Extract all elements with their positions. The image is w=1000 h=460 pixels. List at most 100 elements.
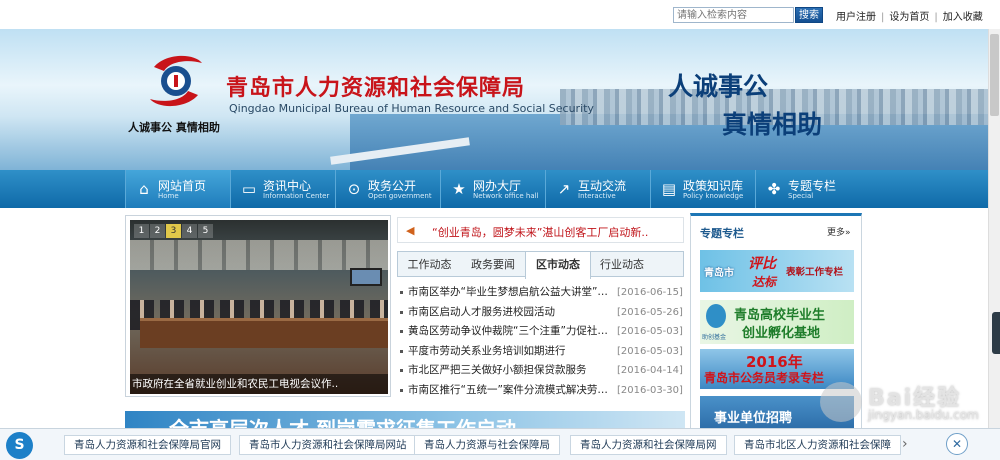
nav-item-information-center[interactable]: ▭ 资讯中心 Information Center [230,170,335,208]
promo-incubator-banner[interactable]: 助创基金 青岛高校毕业生 创业孵化基地 [700,300,854,344]
marquee-link[interactable]: “创业青岛，圆梦未来”湛山创客工厂启动新.. [432,224,648,240]
news-list: 市南区举办“毕业生梦想启航公益大讲堂”… [2016-06-15] 市南区启动人才… [397,283,687,400]
paw-icon [820,382,862,422]
news-date: [2016-04-14] [617,365,683,376]
star-icon: ★ [452,180,466,198]
news-title[interactable]: 市南区举办“毕业生梦想启航公益大讲堂”… [408,283,614,303]
list-item[interactable]: 黄岛区劳动争议仲裁院“三个注重”力促社… [2016-05-03] [397,322,687,342]
suggestion-chip[interactable]: 青岛人力资源和社会保障局网 [570,435,727,455]
nav-item-sublabel: Home [158,192,179,200]
site-title: 青岛市人力资源和社会保障局 [226,76,526,101]
slide-page-button[interactable]: 2 [150,224,165,238]
promo-text: 青岛市公务员考录专栏 [704,371,825,385]
photo-ceiling [130,240,388,270]
tab-government-news[interactable]: 政务要闻 [461,252,525,277]
sogou-logo-icon[interactable]: S [6,432,33,459]
header-banner: 青岛市人力资源和社会保障局 Qingdao Municipal Bureau o… [0,29,988,170]
nav-item-sublabel: Interactive [578,192,616,200]
bullet [400,310,403,314]
side-feedback-handle[interactable] [992,312,1000,354]
photo-screen [350,268,382,286]
news-date: [2016-05-03] [617,326,683,337]
list-item[interactable]: 市南区举办“毕业生梦想启航公益大讲堂”… [2016-06-15] [397,283,687,303]
slideshow-caption[interactable]: 市政府在全省就业创业和农民工电视会议作.. [130,374,388,394]
bullet [400,369,403,372]
special-column-title: 专题专栏 [700,227,744,240]
suggestion-chip[interactable]: 青岛人力资源与社会保障局 [414,435,560,455]
fund-logo-icon [706,304,726,328]
share-icon: ↗ [557,180,571,198]
nav-item-interactive[interactable]: ↗ 互动交流 Interactive [545,170,650,208]
suggestion-chip[interactable]: 青岛市北区人力资源和社会保障 [734,435,901,455]
news-slideshow[interactable]: 1 2 3 4 5 市政府在全省就业创业和农民工电视会议作.. [125,215,391,397]
news-marquee: ◀ “创业青岛，圆梦未来”湛山创客工厂启动新.. [397,217,684,243]
photo-table [140,318,388,348]
promo-text: 达标 [752,275,777,289]
separator: | [934,12,938,23]
news-date: [2016-06-15] [617,287,683,298]
nav-item-special[interactable]: ✤ 专题专栏 Special [755,170,860,208]
bullet [400,291,403,294]
close-icon[interactable]: ✕ [946,433,968,455]
vertical-scrollbar[interactable] [988,29,1000,429]
list-item[interactable]: 平度市劳动关系业务培训如期进行 [2016-05-03] [397,342,687,362]
nav-item-sublabel: Open government [368,192,432,200]
scrollbar-thumb[interactable] [990,34,999,116]
bullet [400,349,403,353]
bullet [400,388,403,392]
search-button[interactable]: 搜索 [795,7,823,23]
register-link[interactable]: 用户注册 [836,12,876,23]
nav-item-sublabel: Special [788,192,814,200]
news-date: [2016-05-03] [617,345,683,357]
top-links: 用户注册 | 设为首页 | 加入收藏 [836,8,983,23]
nav-item-open-government[interactable]: ⊙ 政务公开 Open government [335,170,440,208]
slide-page-button-active[interactable]: 3 [166,224,181,238]
nav-item-home[interactable]: ⌂ 网站首页 Home [125,170,230,208]
bullet [400,330,403,333]
news-title[interactable]: 市南区启动人才服务进校园活动 [408,303,614,323]
set-homepage-link[interactable]: 设为首页 [889,12,929,23]
slide-page-button[interactable]: 1 [134,224,149,238]
baidu-jingyan-watermark: Bai经验 jingyan.baidu.com [816,378,986,428]
slideshow-pager: 1 2 3 4 5 [134,224,213,238]
suggestion-chip[interactable]: 青岛市人力资源和社会保障局网站 [239,435,417,455]
slideshow-photo[interactable] [130,220,388,394]
top-utility-bar: 搜索 用户注册 | 设为首页 | 加入收藏 [0,0,1000,29]
news-title[interactable]: 市南区推行“五统一”案件分流模式解决劳… [408,381,614,401]
promo-text: 创业孵化基地 [742,326,821,341]
puzzle-icon: ✤ [767,180,781,198]
news-date: [2016-03-30] [617,384,683,396]
site-subtitle: Qingdao Municipal Bureau of Human Resour… [229,102,594,115]
nav-item-network-office-hall[interactable]: ★ 网办大厅 Network office hall [440,170,545,208]
more-link[interactable]: 更多» [827,225,851,238]
promo-appraisal-banner[interactable]: 青岛市 评比 表彰工作专栏 达标 [700,250,854,292]
tab-work-news[interactable]: 工作动态 [398,252,461,277]
news-title[interactable]: 平度市劳动关系业务培训如期进行 [408,342,614,362]
promo-text: 助创基金 [702,334,727,341]
search-input[interactable] [673,7,794,23]
suggestion-chip[interactable]: 青岛人力资源和社会保障局官网 [64,435,231,455]
promo-text: 评比 [748,256,776,272]
nav-item-sublabel: Network office hall [473,192,539,200]
slogan-small: 人诚事公 真情相助 [128,121,220,134]
promo-text: 表彰工作专栏 [786,267,844,278]
news-title[interactable]: 黄岛区劳动争议仲裁院“三个注重”力促社… [408,322,614,342]
main-nav: ⌂ 网站首页 Home ▭ 资讯中心 Information Center ⊙ … [0,170,988,208]
nav-item-policy-knowledge[interactable]: ▤ 政策知识库 Policy knowledge [650,170,755,208]
slide-page-button[interactable]: 5 [198,224,213,238]
tab-industry-news[interactable]: 行业动态 [591,252,653,277]
list-item[interactable]: 市南区启动人才服务进校园活动 [2016-05-26] [397,303,687,323]
nav-item-sublabel: Policy knowledge [683,192,744,200]
watermark-url: jingyan.baidu.com [868,408,979,422]
tab-district-news[interactable]: 区市动态 [525,252,591,279]
chevron-right-icon[interactable]: › [902,436,908,452]
nav-item-sublabel: Information Center [263,192,330,200]
news-title[interactable]: 市北区严把三关做好小额担保贷款服务 [408,361,614,381]
list-item[interactable]: 市南区推行“五统一”案件分流模式解决劳… [2016-03-30] [397,381,687,401]
add-favorite-link[interactable]: 加入收藏 [943,12,983,23]
slide-page-button[interactable]: 4 [182,224,197,238]
news-tabs: 工作动态 政务要闻 区市动态 行业动态 [397,251,684,279]
slogan-large-line2: 真情相助 [722,110,823,139]
list-item[interactable]: 市北区严把三关做好小额担保贷款服务 [2016-04-14] [397,361,687,381]
slogan-large-line1: 人诚事公 [668,72,769,101]
